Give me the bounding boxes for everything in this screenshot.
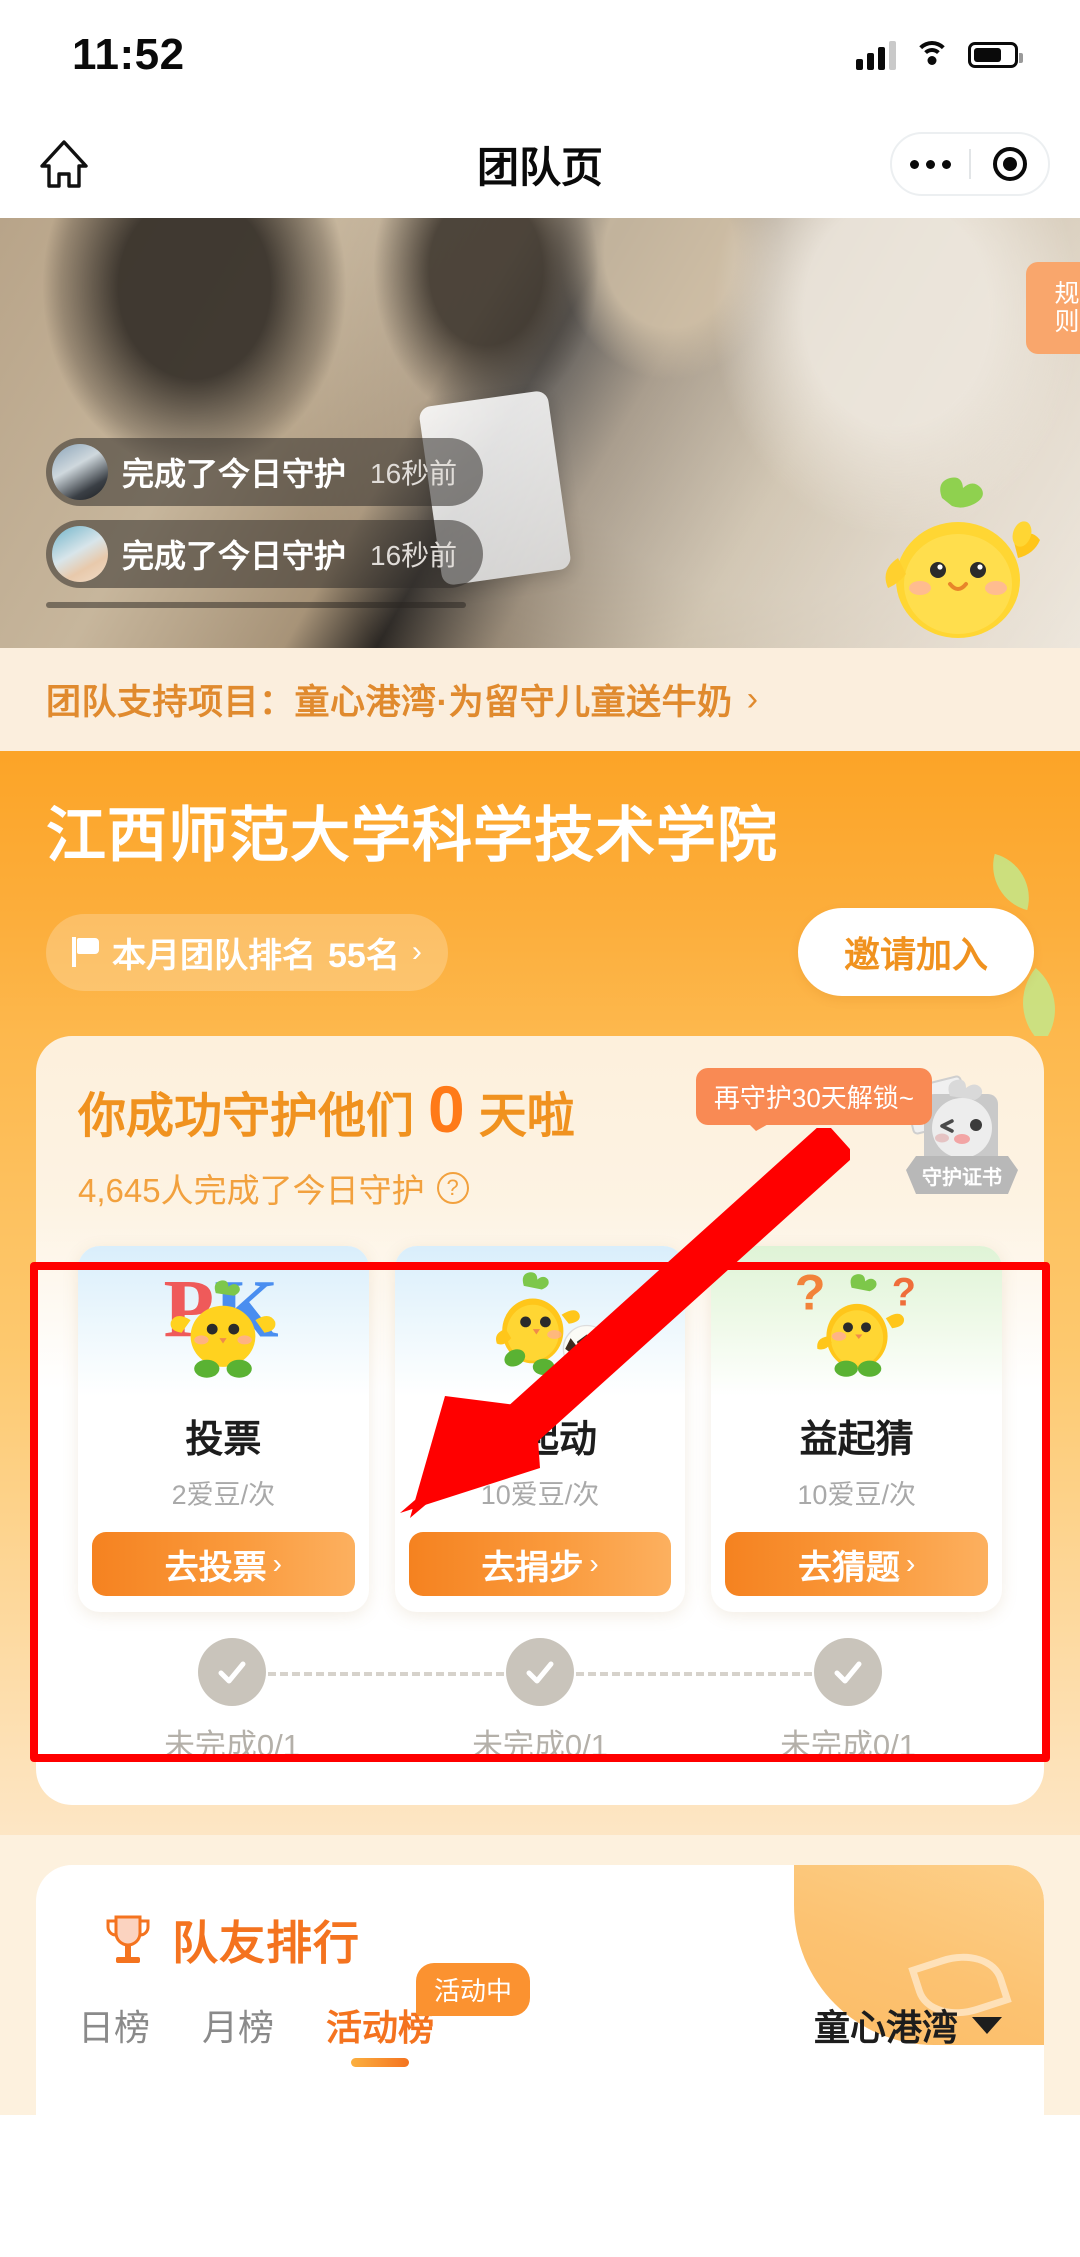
project-filter-dropdown[interactable]: 童心港湾 [814,1999,1002,2067]
toast-underline [46,602,466,608]
svg-text:守护证书: 守护证书 [922,1165,1002,1189]
progress-label: 未完成0/1 [779,1728,917,1763]
supported-project-bar[interactable]: 团队支持项目： 童心港湾·为留守儿童送牛奶 › [0,648,1080,751]
wechat-capsule[interactable] [890,132,1050,196]
team-header: 江西师范大学科学技术学院 本月团队排名 55名 › 邀请加入 [0,751,1080,1036]
task-cost: 10爱豆/次 [797,1480,916,1510]
rules-tab[interactable]: 规则 [1026,262,1080,354]
button-label: 去投票 [164,1548,267,1587]
headline-prefix: 你成功守护他们 [78,1090,415,1143]
mobile-screen: 11:52 团队页 规则 完成了今日守护 16秒前 完成了今日守护 16秒前 团… [0,0,1080,2257]
guardian-header: 再守护30天解锁~ 守护证书 你成功守护他们 0 天啦 4,645人完成了今日守… [36,1068,1044,1212]
button-label: 去捐步 [481,1548,584,1587]
guardian-subtext: 4,645人完成了今日守护 [78,1172,425,1209]
button-label: 去猜题 [798,1548,901,1587]
activity-toast-list: 完成了今日守护 16秒前 完成了今日守护 16秒前 [46,438,484,608]
task-cost: 10爱豆/次 [480,1480,600,1510]
chevron-right-icon: › [906,1548,916,1579]
progress-step: 未完成0/1 [78,1638,540,1765]
trophy-icon [106,1915,150,1963]
avatar [52,444,108,500]
task-card-donate-steps[interactable]: 益起动 10爱豆/次 去捐步 › [394,1246,686,1612]
rank-label: 本月团队排名 [112,936,316,975]
chevron-right-icon: › [411,935,422,968]
ranking-header: 队友排行 [36,1865,1044,1973]
status-indicators [856,40,1023,70]
team-name: 江西师范大学科学技术学院 [46,802,778,869]
question-chick-icon: ? ? [794,1263,916,1377]
guardian-card: 再守护30天解锁~ 守护证书 你成功守护他们 0 天啦 4,645人完成了今日守… [36,1036,1044,1805]
tab-daily[interactable]: 日榜 [78,1999,150,2067]
guardian-subtext-row: 4,645人完成了今日守护 ? [78,1164,1002,1212]
guardian-days-count: 0 [428,1072,465,1146]
pk-vote-chick-icon: P K [164,1262,279,1378]
target-circle-icon[interactable] [971,147,1048,181]
svg-text:?: ? [891,1271,915,1315]
task-name: 益起动 [483,1419,598,1461]
friend-ranking-section: 队友排行 日榜 月榜 活动榜 活动中 童心港湾 [0,1835,1080,2115]
go-vote-button[interactable]: 去投票 › [92,1532,355,1596]
mascot-chick-icon [885,477,1040,638]
project-filter-value: 童心港湾 [813,2007,958,2048]
status-bar: 11:52 [0,0,1080,110]
task-name: 投票 [185,1419,262,1461]
tab-monthly[interactable]: 月榜 [202,1999,274,2067]
wifi-icon [914,41,950,69]
task-card-list: P K 投票 2爱豆/次 去投票 › 益起动 10爱豆/次 去捐步 › ? ? … [36,1212,1044,1622]
go-donate-steps-button[interactable]: 去捐步 › [408,1532,672,1596]
check-circle-icon [814,1638,882,1706]
chevron-right-icon: › [589,1548,599,1579]
toast-text: 完成了今日守护 [122,538,347,574]
chevron-down-icon [972,2016,1002,2034]
team-rank-pill[interactable]: 本月团队排名 55名 › [46,913,448,991]
battery-icon [968,42,1023,68]
flag-icon [72,937,100,967]
check-circle-icon [506,1638,574,1706]
question-circle-icon[interactable]: ? [436,1172,469,1204]
friend-ranking-card: 队友排行 日榜 月榜 活动榜 活动中 童心港湾 [36,1865,1044,2115]
toast-time: 16秒前 [370,540,458,571]
task-progress-steps: 未完成0/1 未完成0/1 未完成0/1 [36,1622,1044,1805]
progress-step: 未完成0/1 [386,1638,848,1765]
team-actions: 本月团队排名 55名 › 邀请加入 [46,908,1034,996]
activity-toast: 完成了今日守护 16秒前 [46,438,484,506]
activity-toast: 完成了今日守护 16秒前 [46,520,484,588]
progress-label: 未完成0/1 [471,1728,609,1763]
project-name: 童心港湾·为留守儿童送牛奶 [294,683,733,722]
unlock-tooltip: 再守护30天解锁~ [695,1068,932,1131]
task-card-guess[interactable]: ? ? 益起猜 10爱豆/次 去猜题 › [711,1246,1003,1612]
task-image: ? ? [711,1246,1003,1396]
chevron-right-icon: › [272,1548,282,1579]
task-name: 益起猜 [799,1419,914,1461]
rank-value: 55名 [328,936,400,975]
project-label: 团队支持项目： [46,683,295,722]
cellular-bars-icon [856,40,896,70]
toast-time: 16秒前 [370,458,458,489]
guardian-section: 再守护30天解锁~ 守护证书 你成功守护他们 0 天啦 4,645人完成了今日守… [0,1036,1080,1835]
home-icon[interactable] [36,136,92,192]
task-image: P K [78,1246,369,1396]
toast-text: 完成了今日守护 [122,456,347,492]
status-time: 11:52 [72,30,185,79]
invite-join-button[interactable]: 邀请加入 [797,908,1034,996]
chevron-right-icon[interactable]: › [747,680,758,719]
check-circle-icon [198,1638,266,1706]
more-dots-icon[interactable] [892,159,969,169]
soccer-chick-icon [496,1272,611,1375]
ranking-title: 队友排行 [172,1917,360,1969]
headline-suffix: 天啦 [478,1090,575,1143]
go-guess-button[interactable]: 去猜题 › [725,1532,989,1596]
tab-activity[interactable]: 活动榜 活动中 [326,1963,531,2067]
svg-text:?: ? [794,1263,825,1320]
nav-bar: 团队页 [0,110,1080,218]
status-badge: 活动中 [416,1963,531,2016]
progress-step: 未完成0/1 [694,1638,1002,1765]
task-cost: 2爱豆/次 [171,1480,276,1510]
task-image [394,1246,686,1396]
task-card-vote[interactable]: P K 投票 2爱豆/次 去投票 › [78,1246,369,1612]
progress-label: 未完成0/1 [163,1728,301,1763]
ranking-tabs: 日榜 月榜 活动榜 活动中 童心港湾 [36,1963,1044,2067]
hero-photo: 规则 完成了今日守护 16秒前 完成了今日守护 16秒前 [0,218,1080,648]
avatar [52,526,108,582]
